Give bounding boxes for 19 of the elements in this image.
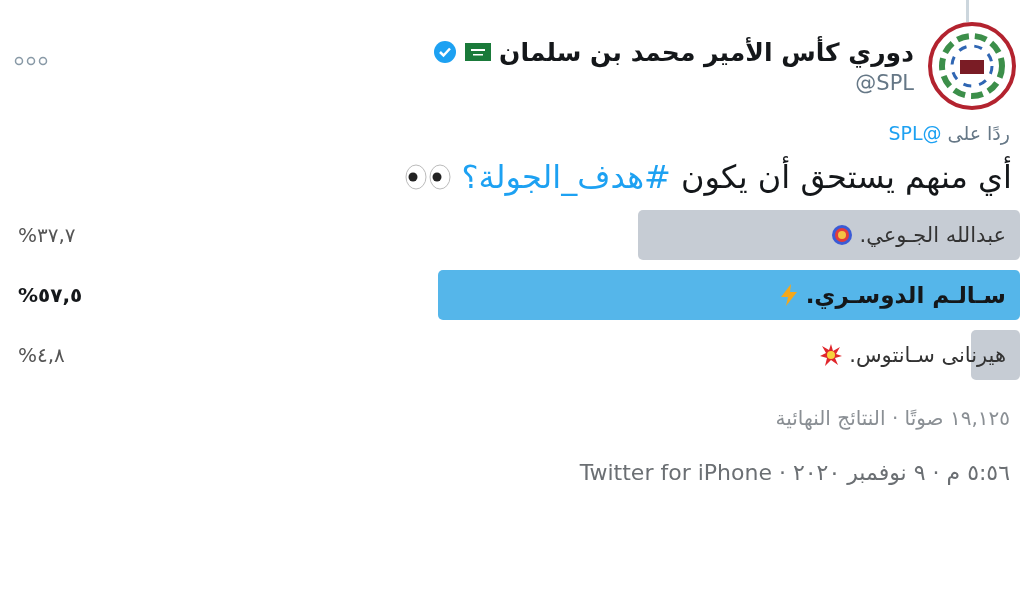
account-handle[interactable]: @SPL — [855, 70, 914, 95]
poll-percentage: %٥٧,٥ — [18, 283, 83, 307]
poll-summary: ١٩,١٢٥ صوتًا · النتائج النهائية — [774, 406, 1010, 430]
poll-option-label: سـالـم الدوسـري. — [805, 282, 1006, 308]
tweet-text: أي منهم يستحق أن يكون #هدف_الجولة؟ — [461, 158, 1012, 196]
hashtag-link[interactable]: #هدف_الجولة؟ — [461, 158, 671, 196]
avatar-logo-icon[interactable] — [928, 22, 1016, 110]
poll-percentage: %٣٧,٧ — [18, 223, 76, 247]
mention-link[interactable]: @SPL — [888, 122, 942, 144]
flag-icon — [465, 43, 492, 61]
account-name[interactable]: دوري كأس الأمير محمد بن سلمان — [499, 37, 914, 67]
poll-percentage: %٤,٨ — [18, 343, 65, 367]
eyes-icon — [403, 164, 452, 190]
target-icon — [831, 224, 854, 246]
explosion-icon — [819, 343, 844, 367]
more-options-icon[interactable] — [14, 56, 48, 66]
tweet-timestamp: ٥:٥٦ م · ٩ نوفمبر ٢٠٢٠ · Twitter for iPhone — [578, 460, 1010, 485]
poll-option-label: عبدالله الجـوعي. — [859, 223, 1006, 247]
poll-option-label: هيرنانى سـانتوس. — [849, 343, 1006, 367]
